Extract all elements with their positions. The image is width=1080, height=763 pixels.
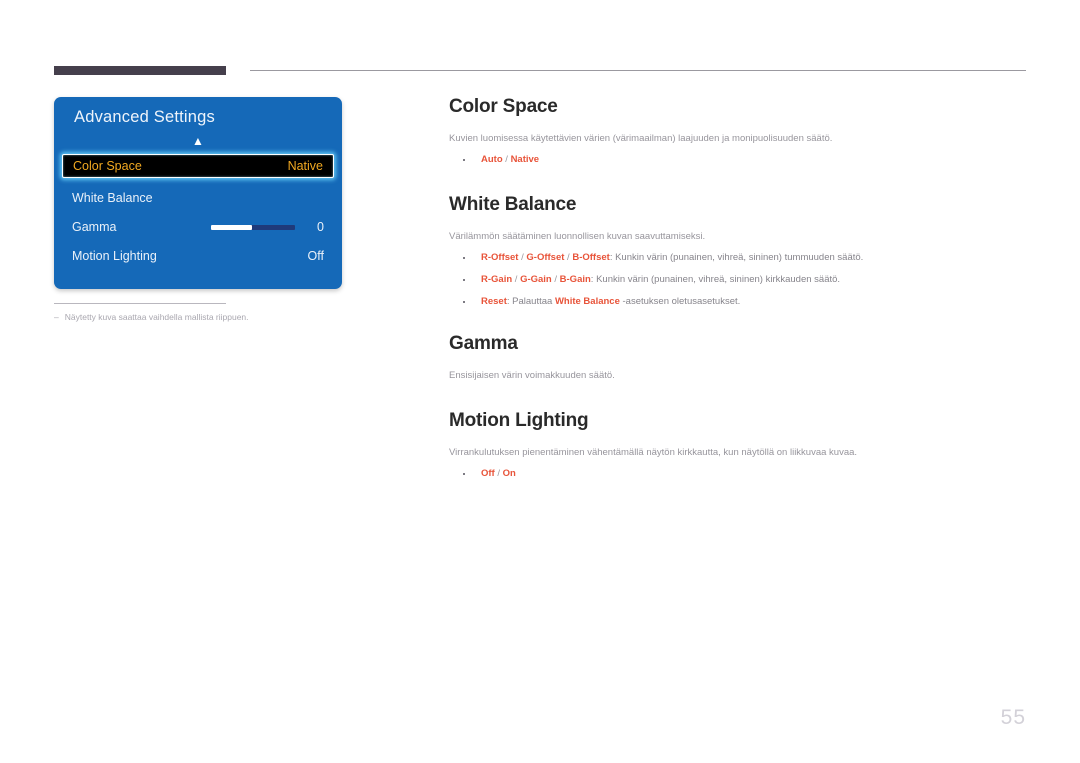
bullet-term: White Balance	[554, 295, 620, 307]
osd-footnote: – Näytetty kuva saattaa vaihdella mallis…	[54, 303, 354, 322]
osd-advanced-settings-panel: Advanced Settings ▲ Color Space Native Whi…	[54, 97, 342, 289]
osd-panel-title: Advanced Settings	[74, 108, 215, 126]
section-bullet-list: R-Offset / G-Offset / B-Offset: Kunkin v…	[449, 251, 919, 309]
osd-row-label: Color Space	[73, 159, 142, 173]
bullet-text: : Kunkin värin (punainen, vihreä, sinine…	[590, 273, 841, 285]
osd-row-motionlighting[interactable]: Motion Lighting Off	[72, 245, 324, 267]
bullet-item: Off / On	[449, 467, 919, 482]
osd-row-value: Off	[307, 249, 324, 263]
osd-row-colorspace[interactable]: Color Space Native	[62, 154, 334, 178]
footnote-text-row: – Näytetty kuva saattaa vaihdella mallis…	[54, 312, 354, 322]
section-description: Ensisijaisen värin voimakkuuden säätö.	[449, 370, 615, 382]
bullet-term: R-Gain	[481, 273, 513, 285]
footnote-text: Näytetty kuva saattaa vaihdella mallista…	[64, 312, 249, 322]
bullet-term: Native	[510, 154, 540, 166]
section-bullet-list: Auto / Native	[449, 153, 919, 168]
bullet-term: R-Offset	[481, 252, 519, 264]
section-motionlighting: Motion Lighting Virrankulutuksen pienentä…	[449, 410, 919, 482]
bullet-term: G-Offset	[526, 252, 565, 264]
bullet-term: On	[502, 467, 516, 479]
bullet-term: B-Gain	[559, 273, 591, 285]
osd-row-value: 0	[317, 220, 324, 234]
bullet-separator: /	[494, 467, 503, 479]
section-gamma: Gamma Ensisijaisen värin voimakkuuden sää…	[449, 333, 919, 383]
bullet-term: B-Offset	[572, 252, 610, 264]
header-bar-thick	[54, 66, 226, 75]
gamma-slider-fill	[211, 224, 253, 230]
section-description: Värilämmön säätäminen luonnollisen kuvan…	[449, 230, 706, 242]
header-rule	[54, 66, 1026, 75]
osd-row-gamma[interactable]: Gamma 0	[72, 216, 324, 238]
osd-row-value: Native	[287, 159, 323, 173]
bullet-text: : Kunkin värin (punainen, vihreä, sinine…	[609, 252, 864, 264]
section-whitebalance: White Balance Värilämmön säätäminen luonn…	[449, 194, 919, 309]
bullet-item: R-Gain / G-Gain / B-Gain: Kunkin värin (…	[449, 273, 919, 288]
footnote-divider	[54, 303, 226, 304]
bullet-separator: /	[502, 154, 511, 166]
osd-row-label: Motion Lighting	[72, 249, 157, 263]
section-bullet-list: Off / On	[449, 467, 919, 482]
section-heading: Gamma	[449, 333, 518, 355]
bullet-separator: /	[551, 273, 560, 285]
osd-row-value-group: Off	[308, 249, 324, 263]
bullet-item: R-Offset / G-Offset / B-Offset: Kunkin v…	[449, 251, 919, 266]
chevron-up-icon[interactable]: ▲	[54, 135, 342, 147]
osd-row-whitebalance[interactable]: White Balance	[72, 187, 324, 209]
section-description: Virrankulutuksen pienentäminen vähentämä…	[449, 446, 858, 458]
bullet-term: G-Gain	[520, 273, 552, 285]
section-heading: White Balance	[449, 193, 577, 215]
section-description: Kuvien luomisessa käytettävien värien (v…	[449, 133, 833, 144]
bullet-text: : Palauttaa	[506, 295, 555, 307]
bullet-term: Auto	[481, 154, 503, 166]
page-number: 55	[1000, 706, 1026, 729]
bullet-text: -asetuksen oletusasetukset.	[619, 295, 741, 307]
bullet-term: Off	[481, 467, 495, 479]
bullet-term: Reset	[481, 295, 507, 307]
bullet-item: Auto / Native	[449, 153, 919, 168]
osd-row-value-group: Native	[288, 159, 323, 173]
osd-row-label: Gamma	[72, 220, 117, 234]
header-bar-thin	[250, 70, 1026, 71]
section-colorspace: Color Space Kuvien luomisessa käytettävie…	[449, 96, 919, 168]
osd-row-value-group: 0	[211, 220, 324, 234]
section-heading: Color Space	[449, 96, 558, 117]
bullet-separator: /	[512, 273, 521, 285]
bullet-item: Reset: Palauttaa White Balance -asetukse…	[449, 295, 919, 310]
footnote-dash: –	[54, 312, 59, 322]
section-heading: Motion Lighting	[449, 409, 589, 431]
content-column: Color Space Kuvien luomisessa käytettävie…	[449, 96, 919, 508]
osd-row-label: White Balance	[72, 191, 153, 205]
gamma-slider[interactable]	[211, 224, 296, 230]
